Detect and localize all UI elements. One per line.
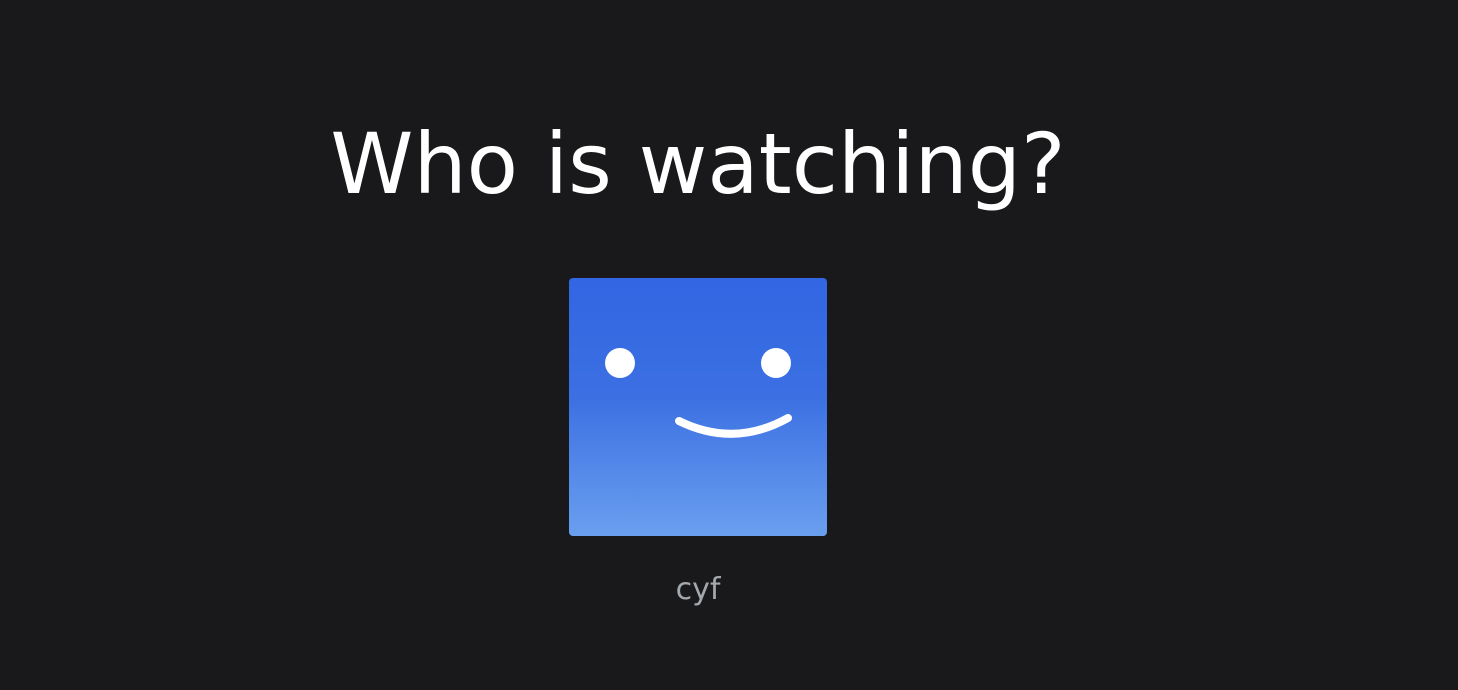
profile-select-screen: Who is watching? cyf [0,0,1458,690]
page-title: Who is watching? [330,115,1066,213]
profile-avatar[interactable] [569,278,827,536]
profile-name[interactable]: cyf [569,572,827,608]
profile-card[interactable]: cyf [569,278,827,608]
smiley-face-icon [569,278,827,536]
